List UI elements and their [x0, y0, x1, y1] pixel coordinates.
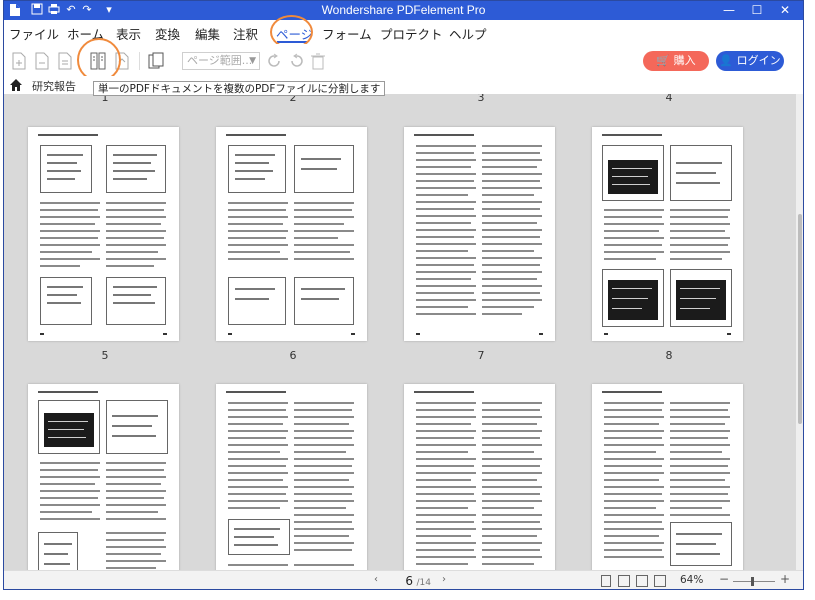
page-number-label: 3 — [477, 94, 485, 104]
title-bar: ↶ ↷ ▾ Wondershare PDFelement Pro — ☐ ✕ — [4, 1, 803, 20]
page-thumbnail[interactable] — [592, 127, 743, 341]
zoom-slider-handle[interactable] — [751, 577, 754, 586]
page-number-label: 4 — [665, 94, 673, 104]
menu-comment[interactable]: 注釈 — [233, 24, 258, 43]
home-icon[interactable] — [9, 78, 23, 92]
total-pages: /14 — [416, 578, 431, 588]
close-icon[interactable]: ✕ — [770, 1, 800, 20]
window-title: Wondershare PDFelement Pro — [321, 3, 486, 17]
continuous-view-icon[interactable] — [618, 575, 630, 587]
menu-bar: ファイル ホーム 表示 変換 編集 注釈 ページ フォーム プロテクト ヘルプ — [4, 20, 803, 44]
chevron-down-icon: ▼ — [249, 56, 256, 66]
login-label: ログイン — [736, 54, 781, 67]
page-thumbnail-grid[interactable]: 1 2 3 4 5 6 7 8 — [4, 94, 796, 570]
crop-page-icon[interactable] — [148, 52, 164, 70]
delete-page-icon[interactable] — [34, 52, 50, 70]
cart-icon: 🛒 — [656, 54, 671, 67]
menu-protect[interactable]: プロテクト — [380, 24, 443, 43]
menu-edit[interactable]: 編集 — [195, 24, 220, 43]
next-page-icon[interactable]: › — [442, 574, 446, 585]
buy-label: 購入 — [673, 54, 696, 67]
page-thumbnail[interactable] — [404, 127, 555, 341]
insert-page-icon[interactable] — [11, 52, 27, 70]
menu-form[interactable]: フォーム — [322, 24, 372, 43]
buy-button[interactable]: 🛒 購入 — [643, 51, 709, 71]
page-thumbnail[interactable] — [28, 127, 179, 341]
menu-view[interactable]: 表示 — [116, 24, 141, 43]
rotate-left-icon[interactable] — [267, 52, 283, 70]
app-window: ↶ ↷ ▾ Wondershare PDFelement Pro — ☐ ✕ フ… — [3, 0, 804, 590]
single-page-view-icon[interactable] — [601, 575, 611, 587]
page-indicator: 6 /14 — [389, 574, 431, 588]
page-number-label: 5 — [101, 349, 109, 362]
scrollbar-thumb[interactable] — [798, 214, 802, 424]
page-thumbnail[interactable] — [216, 384, 367, 570]
document-name: 研究報告 — [32, 80, 76, 93]
menu-help[interactable]: ヘルプ — [449, 24, 487, 43]
page-number-label: 7 — [477, 349, 485, 362]
page-thumbnail[interactable] — [216, 127, 367, 341]
page-thumbnail[interactable] — [404, 384, 555, 570]
zoom-slider[interactable] — [733, 581, 775, 582]
minimize-icon[interactable]: — — [714, 1, 744, 20]
split-tooltip: 単一のPDFドキュメントを複数のPDFファイルに分割します — [93, 81, 386, 96]
delete-icon[interactable] — [310, 52, 326, 70]
rotate-right-icon[interactable] — [288, 52, 304, 70]
page-thumbnail[interactable] — [28, 384, 179, 570]
menu-file[interactable]: ファイル — [9, 24, 59, 43]
zoom-out-icon[interactable]: − — [719, 572, 729, 586]
user-icon: 👤 — [719, 54, 734, 67]
page-range-select[interactable]: ページ範囲... ▼ — [182, 52, 260, 70]
page-number-label: 8 — [665, 349, 673, 362]
current-page-input[interactable]: 6 — [389, 574, 413, 588]
vertical-scrollbar[interactable] — [796, 94, 803, 570]
menu-convert[interactable]: 変換 — [155, 24, 180, 43]
status-bar: ‹ 6 /14 › 64% − + — [4, 570, 803, 589]
login-button[interactable]: 👤 ログイン — [716, 51, 784, 71]
maximize-icon[interactable]: ☐ — [742, 1, 772, 20]
two-page-view-icon[interactable] — [636, 575, 648, 587]
page-thumbnail[interactable] — [592, 384, 743, 570]
zoom-in-icon[interactable]: + — [780, 572, 790, 586]
previous-page-icon[interactable]: ‹ — [374, 574, 378, 585]
toolbar-separator — [139, 52, 140, 70]
page-number-label: 6 — [289, 349, 297, 362]
extract-page-icon[interactable] — [57, 52, 73, 70]
page-range-placeholder: ページ範囲... — [187, 54, 253, 67]
two-page-continuous-view-icon[interactable] — [654, 575, 666, 587]
zoom-level[interactable]: 64% — [680, 574, 703, 586]
